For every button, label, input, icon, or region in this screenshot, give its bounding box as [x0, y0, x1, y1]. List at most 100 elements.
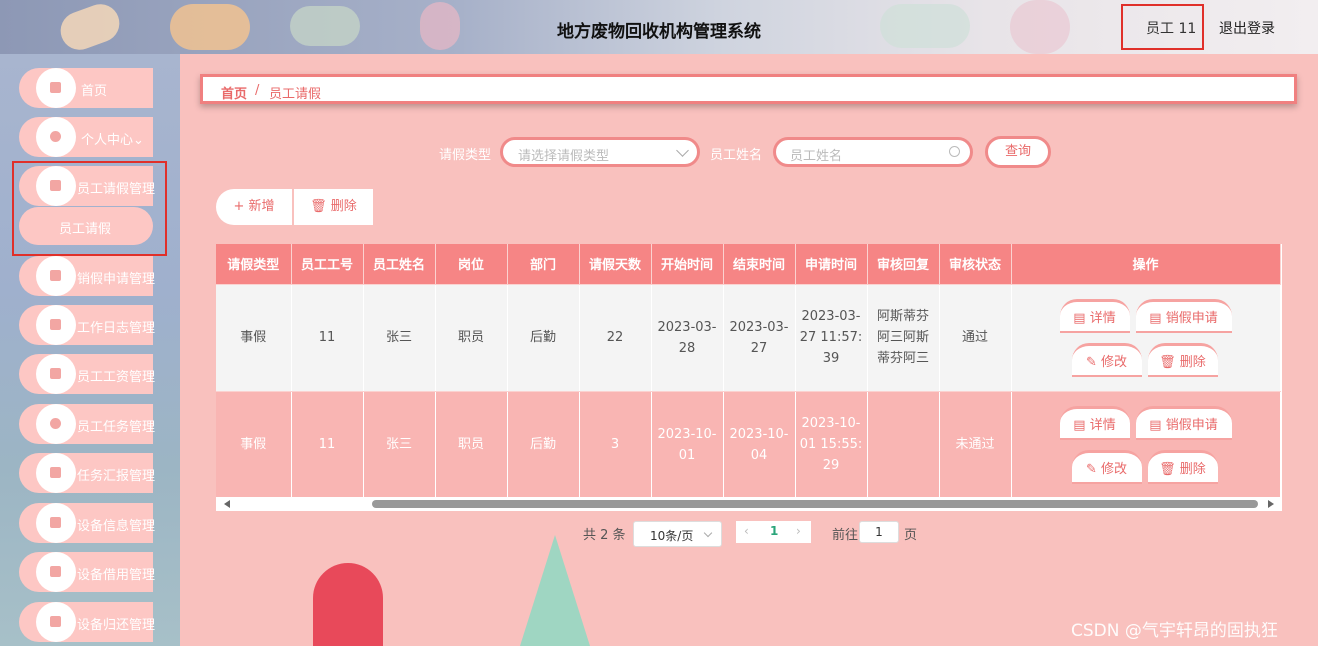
sidebar-item-label: 任务汇报管理 [77, 469, 156, 484]
monitor-icon [36, 503, 76, 543]
employee-name-placeholder: 员工姓名 [790, 149, 843, 164]
page-unit-label: 页 [904, 528, 918, 543]
cancel-leave-button[interactable]: ▤ 销假申请 [1135, 298, 1232, 333]
current-user: 员工 11 [1146, 21, 1197, 37]
cell-end: 2023-03-27 [723, 284, 796, 392]
decoration-shape [313, 563, 383, 646]
prev-page-icon[interactable]: ‹ [744, 524, 749, 538]
sidebar-item-label: 设备归还管理 [77, 618, 156, 633]
sidebar-item-personal[interactable]: 个人中心⌄ [19, 117, 153, 157]
cell-name: 张三 [363, 284, 436, 392]
sidebar-highlight-box [12, 161, 167, 256]
column-header: 员工工号 [291, 244, 364, 285]
table-row: 事假 11 张三 职员 后勤 3 2023-10-01 2023-10-04 2… [216, 391, 1281, 499]
column-header: 请假类型 [216, 244, 292, 285]
cell-ops: ▤ 详情 ▤ 销假申请 ✎ 修改 🗑 删除 [1011, 391, 1281, 499]
goto-page-input[interactable]: 1 [859, 521, 899, 543]
edit-button[interactable]: ✎ 修改 [1071, 342, 1142, 377]
cell-end: 2023-10-04 [723, 391, 796, 499]
sidebar-item-task-report[interactable]: 任务汇报管理 [19, 453, 156, 493]
cell-status: 通过 [939, 284, 1012, 392]
detail-button[interactable]: ▤ 详情 [1059, 405, 1130, 440]
sidebar-item-cancel-leave[interactable]: 销假申请管理 [19, 256, 156, 296]
user-icon [36, 404, 76, 444]
leave-type-label: 请假类型 [439, 148, 492, 163]
employee-name-label: 员工姓名 [710, 148, 763, 163]
watermark: CSDN @气宇轩昂的固执狂 [1071, 621, 1278, 641]
sidebar-item-equipment-info[interactable]: 设备信息管理 [19, 503, 156, 543]
leave-type-placeholder: 请选择请假类型 [518, 149, 610, 164]
row-delete-button[interactable]: 🗑 删除 [1147, 342, 1218, 377]
cell-start: 2023-10-01 [651, 391, 724, 499]
horizontal-scrollbar[interactable] [216, 497, 1282, 511]
grid-icon [36, 453, 76, 493]
cell-start: 2023-03-28 [651, 284, 724, 392]
chevron-down-icon [703, 528, 713, 538]
employee-name-input[interactable]: 员工姓名 [773, 137, 973, 167]
breadcrumb-separator: / [255, 83, 260, 98]
leave-type-select[interactable]: 请选择请假类型 [500, 137, 700, 167]
scroll-right-icon[interactable] [1268, 500, 1274, 508]
column-header: 岗位 [435, 244, 508, 285]
sidebar-item-label: 员工工资管理 [77, 370, 156, 385]
column-header: 员工姓名 [363, 244, 436, 285]
cell-days: 3 [579, 391, 652, 499]
sidebar-item-label: 销假申请管理 [77, 272, 156, 287]
grid-icon [36, 602, 76, 642]
cell-status: 未通过 [939, 391, 1012, 499]
sidebar-item-equipment-return[interactable]: 设备归还管理 [19, 602, 156, 642]
next-page-icon[interactable]: › [796, 524, 801, 538]
chevron-down-icon: ⌄ [133, 133, 144, 148]
cell-id: 11 [291, 284, 364, 392]
sidebar-item-salary[interactable]: 员工工资管理 [19, 354, 156, 394]
column-header: 申请时间 [795, 244, 868, 285]
user-icon [36, 117, 76, 157]
cancel-leave-button[interactable]: ▤ 销假申请 [1135, 405, 1232, 440]
page-number[interactable]: 1 [770, 524, 778, 538]
home-icon [36, 68, 76, 108]
sidebar-item-work-log[interactable]: 工作日志管理 [19, 305, 156, 345]
column-header: 部门 [507, 244, 580, 285]
sidebar-item-label: 设备信息管理 [77, 519, 156, 534]
decoration-tree [520, 535, 590, 646]
goto-label: 前往 [832, 528, 859, 543]
logout-link[interactable]: 退出登录 [1219, 18, 1275, 38]
table-header-row: 请假类型 员工工号 员工姓名 岗位 部门 请假天数 开始时间 结束时间 申请时间… [216, 244, 1281, 285]
sidebar-item-label: 设备借用管理 [77, 568, 156, 583]
scroll-left-icon[interactable] [224, 500, 230, 508]
detail-button[interactable]: ▤ 详情 [1059, 298, 1130, 333]
row-delete-button[interactable]: 🗑 删除 [1147, 449, 1218, 484]
page-size-select[interactable]: 10条/页 [633, 521, 722, 547]
leave-table: 请假类型 员工工号 员工姓名 岗位 部门 请假天数 开始时间 结束时间 申请时间… [216, 244, 1282, 511]
sidebar-item-equipment-borrow[interactable]: 设备借用管理 [19, 552, 156, 592]
sidebar-item-label: 首页 [81, 84, 108, 99]
table-row: 事假 11 张三 职员 后勤 22 2023-03-28 2023-03-27 … [216, 284, 1281, 392]
sidebar-item-label: 工作日志管理 [77, 321, 156, 336]
column-header: 操作 [1011, 244, 1281, 285]
sidebar-item-label: 员工任务管理 [77, 420, 156, 435]
cell-id: 11 [291, 391, 364, 499]
query-button[interactable]: 查询 [985, 136, 1051, 168]
grid-icon [36, 354, 76, 394]
cell-post: 职员 [435, 391, 508, 499]
sidebar-item-tasks[interactable]: 员工任务管理 [19, 404, 156, 444]
scrollbar-thumb[interactable] [372, 500, 1258, 508]
column-header: 结束时间 [723, 244, 796, 285]
cell-type: 事假 [216, 391, 292, 499]
cell-apply: 2023-03-27 11:57:39 [795, 284, 868, 392]
sidebar-item-label: 个人中心⌄ [81, 133, 144, 148]
cell-ops: ▤ 详情 ▤ 销假申请 ✎ 修改 🗑 删除 [1011, 284, 1281, 392]
edit-button[interactable]: ✎ 修改 [1071, 449, 1142, 484]
delete-button[interactable]: 🗑 删除 [294, 189, 373, 225]
cell-dept: 后勤 [507, 284, 580, 392]
cell-dept: 后勤 [507, 391, 580, 499]
sidebar-item-home[interactable]: 首页 [19, 68, 153, 108]
column-header: 请假天数 [579, 244, 652, 285]
breadcrumb-home[interactable]: 首页 [221, 83, 247, 102]
search-icon [949, 146, 960, 157]
top-bar: 地方废物回收机构管理系统 员工 11 退出登录 [0, 0, 1318, 56]
breadcrumb: 首页 / 员工请假 [200, 74, 1297, 104]
add-button[interactable]: + 新增 [216, 189, 292, 225]
page-size-value: 10条/页 [650, 529, 694, 543]
cell-reply: 阿斯蒂芬阿三阿斯蒂芬阿三 [867, 284, 940, 392]
